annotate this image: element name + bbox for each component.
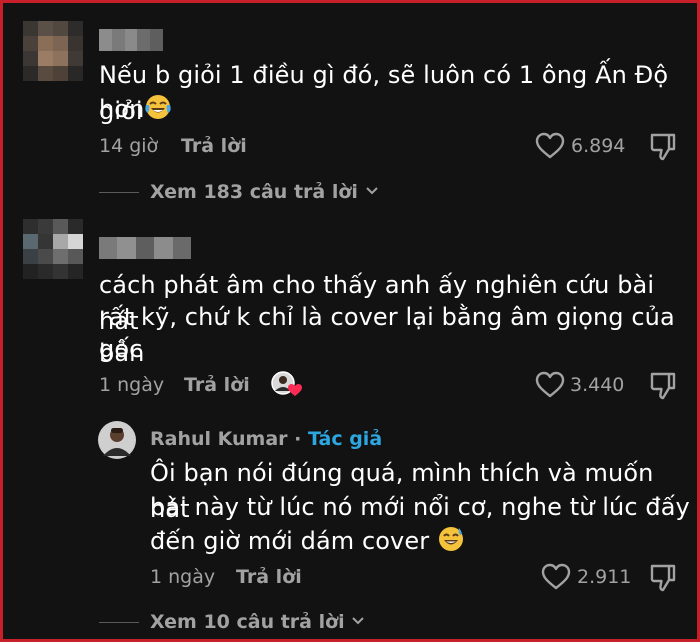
name-separator: ·	[287, 428, 308, 450]
like-count: 6.894	[571, 135, 626, 157]
reply-text-line: bài này từ lúc nó mới nổi cơ, nghe từ lú…	[150, 493, 690, 521]
dislike-icon[interactable]	[649, 563, 677, 593]
heart-icon[interactable]	[535, 132, 565, 160]
comment-text-fragment: hơn	[99, 95, 145, 123]
screenshot-frame: Nếu b giỏi 1 điều gì đó, sẽ luôn có 1 ôn…	[0, 0, 700, 642]
reply-button[interactable]: Trả lời	[181, 134, 247, 158]
author-avatar[interactable]	[97, 420, 137, 460]
comment-timestamp: 1 ngày	[99, 374, 165, 396]
heart-icon[interactable]	[535, 371, 565, 399]
dislike-icon[interactable]	[649, 371, 677, 401]
author-badge: Tác giả	[308, 428, 383, 450]
divider-line	[99, 192, 139, 193]
reply-text-line: đến giờ mới dám cover	[150, 523, 465, 559]
comment-text-line: Nếu b giỏi 1 điều gì đó, sẽ luôn có 1 ôn…	[99, 61, 669, 125]
reply-button[interactable]: Trả lời	[184, 373, 250, 397]
like-count: 3.440	[570, 374, 625, 396]
view-replies-link[interactable]: Xem 10 câu trả lời	[150, 610, 365, 634]
view-replies-link[interactable]: Xem 183 câu trả lời	[150, 180, 379, 204]
username-blurred[interactable]	[99, 237, 191, 259]
view-replies-label: Xem 183 câu trả lời	[150, 181, 358, 203]
creator-liked-icon	[271, 371, 302, 396]
author-name-line: Rahul Kumar · Tác giả	[150, 427, 382, 451]
comment-timestamp: 14 giờ	[99, 135, 159, 157]
dislike-icon[interactable]	[649, 132, 677, 162]
chevron-down-icon	[352, 617, 365, 625]
comments-panel: Nếu b giỏi 1 điều gì đó, sẽ luôn có 1 ôn…	[7, 7, 693, 635]
sweat-smile-emoji-icon	[438, 527, 463, 551]
laughing-tears-emoji-icon	[145, 95, 172, 119]
comment-text-line: hơn	[99, 91, 172, 127]
reply-text-fragment: đến giờ mới dám cover	[150, 527, 430, 555]
avatar[interactable]	[23, 219, 83, 279]
chevron-down-icon	[365, 187, 378, 195]
like-count: 2.911	[577, 566, 632, 588]
comment-text-line: gốc	[99, 335, 143, 363]
avatar[interactable]	[23, 21, 83, 81]
view-replies-label: Xem 10 câu trả lời	[150, 611, 345, 633]
author-name[interactable]: Rahul Kumar	[150, 428, 288, 450]
divider-line	[99, 622, 139, 623]
comment-text-line: rất kỹ, chứ k chỉ là cover lại bằng âm g…	[99, 303, 675, 367]
reply-button[interactable]: Trả lời	[236, 565, 302, 589]
reply-timestamp: 1 ngày	[150, 566, 216, 588]
username-blurred[interactable]	[99, 29, 163, 51]
heart-icon[interactable]	[541, 563, 571, 591]
